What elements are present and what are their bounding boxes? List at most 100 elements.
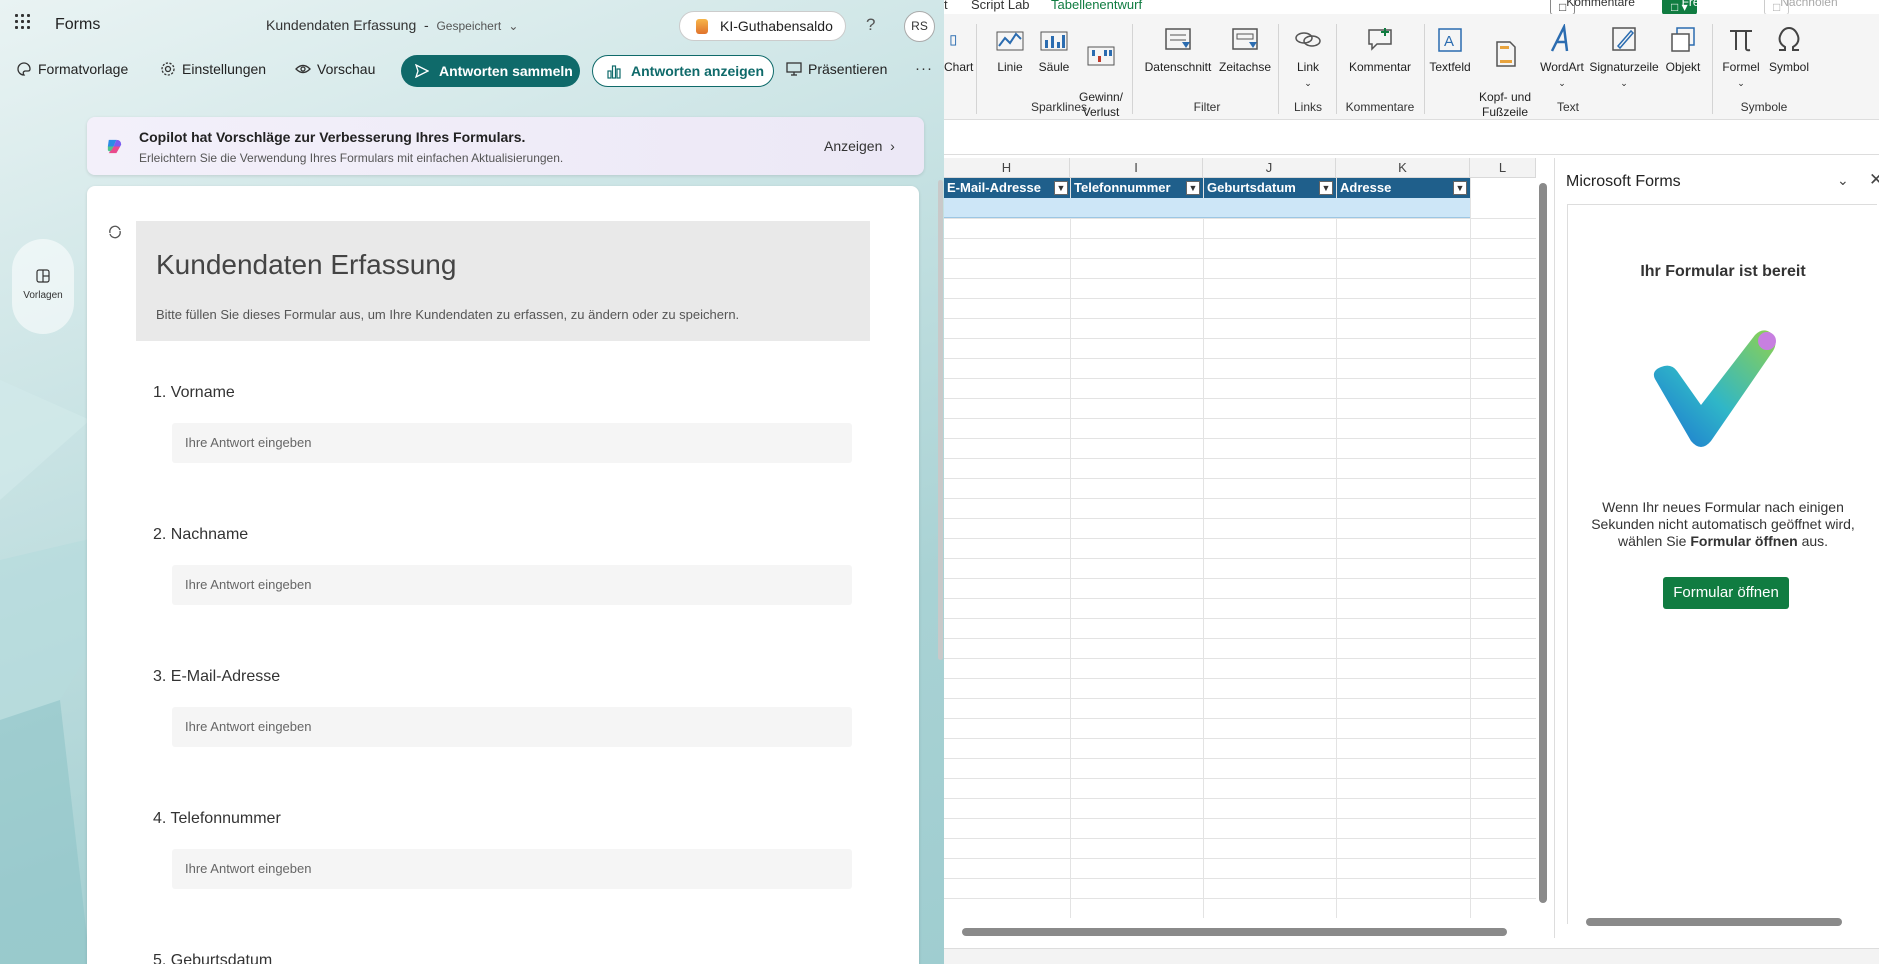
grid-line <box>944 838 1536 839</box>
present-button[interactable]: Präsentieren <box>786 61 887 77</box>
table-header-phone[interactable]: Telefonnummer ▼ <box>1071 178 1203 198</box>
open-form-button[interactable]: Formular öffnen <box>1663 577 1789 609</box>
scrollbar-thumb[interactable] <box>1539 183 1547 903</box>
settings-button[interactable]: Einstellungen <box>160 61 266 77</box>
pane-horizontal-scrollbar[interactable] <box>1572 915 1862 929</box>
ribbon-separator <box>1278 24 1279 114</box>
microsoft-forms-pane: Microsoft Forms ⌄ ✕ Ihr Formular ist ber… <box>1554 158 1879 938</box>
form-editor-card: Kundendaten Erfassung Bitte füllen Sie d… <box>87 186 919 964</box>
question-birthdate[interactable]: 5. Geburtsdatum <box>153 952 853 964</box>
avatar[interactable]: RS <box>904 11 935 42</box>
sparkline-column-button[interactable]: Säule <box>1036 24 1072 75</box>
table-data-row[interactable] <box>944 198 1470 218</box>
question-last-name[interactable]: 2. Nachname Ihre Antwort eingeben <box>153 526 853 605</box>
ribbon-separator <box>1132 24 1133 114</box>
help-icon[interactable]: ? <box>866 15 875 35</box>
answer-input[interactable]: Ihre Antwort eingeben <box>172 849 852 889</box>
app-launcher-icon[interactable] <box>15 14 31 30</box>
column-header-i[interactable]: I <box>1070 158 1203 178</box>
tab-partial[interactable]: t <box>944 0 948 12</box>
column-header-k[interactable]: K <box>1336 158 1470 178</box>
grid-line <box>1070 178 1071 918</box>
link-button[interactable]: Link ⌄ <box>1290 24 1326 91</box>
object-button[interactable]: Objekt <box>1660 24 1706 75</box>
coins-icon <box>696 19 708 34</box>
link-icon <box>1295 32 1321 47</box>
horizontal-scrollbar[interactable] <box>946 925 1526 939</box>
chart-button[interactable]: Chart <box>944 24 973 75</box>
answer-input[interactable]: Ihre Antwort eingeben <box>172 423 852 463</box>
grid-line <box>944 478 1536 479</box>
templates-button[interactable]: Vorlagen <box>12 239 74 334</box>
comment-button[interactable]: Kommentar <box>1344 24 1416 75</box>
share-button[interactable]: □ Freigeben ▾ <box>1662 0 1736 15</box>
table-header-birthdate[interactable]: Geburtsdatum ▼ <box>1204 178 1336 198</box>
pane-body: Ihr Formular ist bereit Wenn Ihr neues F… <box>1567 204 1877 924</box>
checkmark-illustration-icon <box>1653 330 1776 447</box>
grid-line <box>944 698 1536 699</box>
chevron-down-icon[interactable]: ⌄ <box>1837 172 1849 189</box>
group-sparklines: Sparklines <box>1030 100 1088 114</box>
equation-button[interactable]: Formel ⌄ <box>1718 24 1764 91</box>
slicer-button[interactable]: Datenschnitt <box>1142 24 1214 75</box>
close-icon[interactable]: ✕ <box>1869 170 1879 190</box>
filter-dropdown-icon[interactable]: ▼ <box>1186 181 1200 195</box>
column-header-h[interactable]: H <box>944 158 1070 178</box>
ribbon-separator <box>1424 24 1425 114</box>
symbol-button[interactable]: Symbol <box>1766 24 1812 75</box>
preview-button[interactable]: Vorschau <box>295 61 375 77</box>
tab-table-design[interactable]: Tabellenentwurf <box>1051 0 1142 12</box>
ai-sparkle-icon[interactable] <box>107 224 123 240</box>
tab-script-lab[interactable]: Script Lab <box>971 0 1030 12</box>
column-header-l[interactable]: L <box>1470 158 1536 178</box>
grid-line <box>944 518 1536 519</box>
group-links: Links <box>1293 100 1322 114</box>
view-responses-button[interactable]: Antworten anzeigen <box>592 55 774 87</box>
chevron-down-icon: ⌄ <box>505 19 519 33</box>
sparkline-line-button[interactable]: Linie <box>992 24 1028 75</box>
grid-line <box>944 678 1536 679</box>
vertical-scrollbar[interactable] <box>1536 163 1550 918</box>
filter-dropdown-icon[interactable]: ▼ <box>1453 181 1467 195</box>
scrollbar-thumb[interactable] <box>962 928 1507 936</box>
more-options-icon[interactable]: ··· <box>915 60 933 77</box>
scrollbar-thumb[interactable] <box>1586 918 1842 926</box>
formula-bar[interactable] <box>944 121 1879 155</box>
table-header-address[interactable]: Adresse ▼ <box>1337 178 1470 198</box>
form-header[interactable]: Kundendaten Erfassung Bitte füllen Sie d… <box>136 221 870 341</box>
grid-line <box>944 798 1536 799</box>
ai-credit-balance-button[interactable]: KI-Guthabensaldo <box>679 11 846 41</box>
catch-up-button[interactable]: □ Nachholen <box>1764 0 1838 15</box>
forms-vertical-scrollbar[interactable] <box>938 180 943 660</box>
grid-line <box>1336 178 1337 918</box>
spreadsheet-grid[interactable]: H I J K L E-Mail-Adresse ▼ Telefonnummer ▼… <box>944 158 1536 918</box>
ribbon-separator <box>1336 24 1337 114</box>
wordart-button[interactable]: WordArt ⌄ <box>1538 24 1586 91</box>
forms-header: Forms Kundendaten Erfassung - Gespeicher… <box>0 0 944 98</box>
collect-responses-button[interactable]: Antworten sammeln <box>401 55 580 87</box>
grid-line <box>944 858 1536 859</box>
timeline-button[interactable]: Zeitachse <box>1216 24 1274 75</box>
app-name[interactable]: Forms <box>55 16 100 34</box>
grid-line <box>944 578 1536 579</box>
document-title[interactable]: Kundendaten Erfassung - Gespeichert ⌄ <box>266 17 518 33</box>
column-header-j[interactable]: J <box>1203 158 1336 178</box>
filter-dropdown-icon[interactable]: ▼ <box>1319 181 1333 195</box>
answer-input[interactable]: Ihre Antwort eingeben <box>172 565 852 605</box>
table-header-email[interactable]: E-Mail-Adresse ▼ <box>944 178 1070 198</box>
copilot-view-button[interactable]: Anzeigen › <box>824 138 895 154</box>
question-email[interactable]: 3. E-Mail-Adresse Ihre Antwort eingeben <box>153 668 853 747</box>
grid-line <box>944 398 1536 399</box>
grid-line <box>944 538 1536 539</box>
comments-button[interactable]: □ Kommentare <box>1550 0 1635 15</box>
style-button[interactable]: Formatvorlage <box>16 61 128 77</box>
pane-heading: Ihr Formular ist bereit <box>1640 263 1806 280</box>
answer-input[interactable]: Ihre Antwort eingeben <box>172 707 852 747</box>
filter-dropdown-icon[interactable]: ▼ <box>1054 181 1068 195</box>
signature-line-button[interactable]: Signaturzeile ⌄ <box>1588 24 1660 91</box>
question-first-name[interactable]: 1. Vorname Ihre Antwort eingeben <box>153 384 853 463</box>
textbox-button[interactable]: A Textfeld <box>1428 24 1472 75</box>
grid-line <box>944 378 1536 379</box>
grid-line <box>944 458 1536 459</box>
question-phone[interactable]: 4. Telefonnummer Ihre Antwort eingeben <box>153 810 853 889</box>
